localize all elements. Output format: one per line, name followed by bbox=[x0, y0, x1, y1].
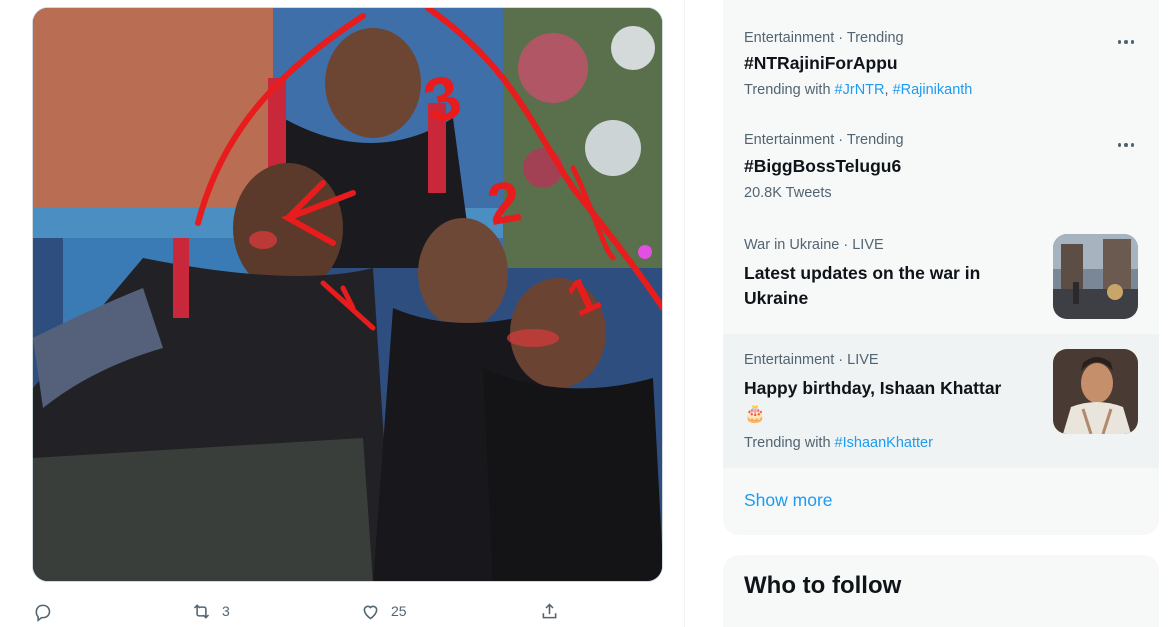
trend-link-rajinikanth[interactable]: #Rajinikanth bbox=[893, 82, 973, 98]
reply-button[interactable] bbox=[32, 596, 63, 626]
cake-emoji: 🎂 bbox=[744, 403, 766, 423]
trend-item[interactable]: Entertainment · Trending #BiggBossTelugu… bbox=[723, 106, 1159, 224]
trend-link-ishaankhatter[interactable]: #IshaanKhatter bbox=[835, 435, 933, 451]
tweet-actions: 3 25 bbox=[0, 596, 685, 626]
trend-link-separator: , bbox=[884, 82, 893, 98]
tweet-photo[interactable]: 3 2 1 bbox=[32, 7, 663, 582]
share-icon bbox=[542, 602, 557, 618]
trend-item[interactable]: Entertainment · Trending #NTRajiniForApp… bbox=[723, 0, 1159, 106]
trend-sub: Trending with #IshaanKhatter bbox=[744, 435, 933, 451]
trend-thumbnail bbox=[1053, 234, 1138, 319]
trend-item[interactable]: Entertainment · LIVE Happy birthday, Ish… bbox=[723, 334, 1159, 468]
trend-title: #BiggBossTelugu6 bbox=[744, 156, 902, 176]
trend-meta: Entertainment · LIVE bbox=[744, 352, 879, 368]
trend-meta: Entertainment · Trending bbox=[744, 30, 904, 46]
trend-sub-prefix: Trending with bbox=[744, 82, 835, 98]
portrait-image bbox=[1053, 349, 1138, 434]
trend-thumbnail bbox=[1053, 349, 1138, 434]
retweet-icon bbox=[193, 603, 210, 619]
more-options-icon[interactable] bbox=[1115, 138, 1137, 152]
trend-title: Happy birthday, Ishaan Khattar bbox=[744, 378, 1002, 398]
like-icon bbox=[363, 605, 378, 619]
war-scene-image bbox=[1053, 234, 1138, 319]
like-button[interactable]: 25 bbox=[360, 596, 407, 626]
tweet-column: 3 2 1 3 25 bbox=[0, 0, 685, 627]
trend-meta: Entertainment · Trending bbox=[744, 132, 904, 148]
who-to-follow-title: Who to follow bbox=[744, 572, 902, 599]
more-options-icon[interactable] bbox=[1115, 35, 1137, 49]
who-to-follow-panel: Who to follow bbox=[723, 555, 1159, 627]
trend-link-jrntr[interactable]: #JrNTR bbox=[835, 82, 885, 98]
trend-sub-prefix: Trending with bbox=[744, 435, 835, 451]
reply-icon bbox=[35, 604, 51, 622]
trend-title: #NTRajiniForAppu bbox=[744, 53, 898, 73]
photo-illustration: 3 2 1 bbox=[33, 8, 662, 581]
trend-sub: Trending with #JrNTR, #Rajinikanth bbox=[744, 82, 972, 98]
trend-item[interactable]: War in Ukraine · LIVE Latest updates on … bbox=[723, 224, 1159, 334]
show-more-link[interactable]: Show more bbox=[744, 490, 833, 511]
trends-panel: Entertainment · Trending #NTRajiniForApp… bbox=[723, 0, 1159, 535]
like-count: 25 bbox=[391, 603, 407, 619]
trend-meta: War in Ukraine · LIVE bbox=[744, 237, 884, 253]
trend-title: Latest updates on the war in Ukraine bbox=[744, 263, 981, 308]
trend-tweet-count: 20.8K Tweets bbox=[744, 185, 832, 201]
retweet-count: 3 bbox=[222, 603, 230, 619]
share-button[interactable] bbox=[539, 596, 560, 626]
retweet-button[interactable]: 3 bbox=[191, 596, 230, 626]
